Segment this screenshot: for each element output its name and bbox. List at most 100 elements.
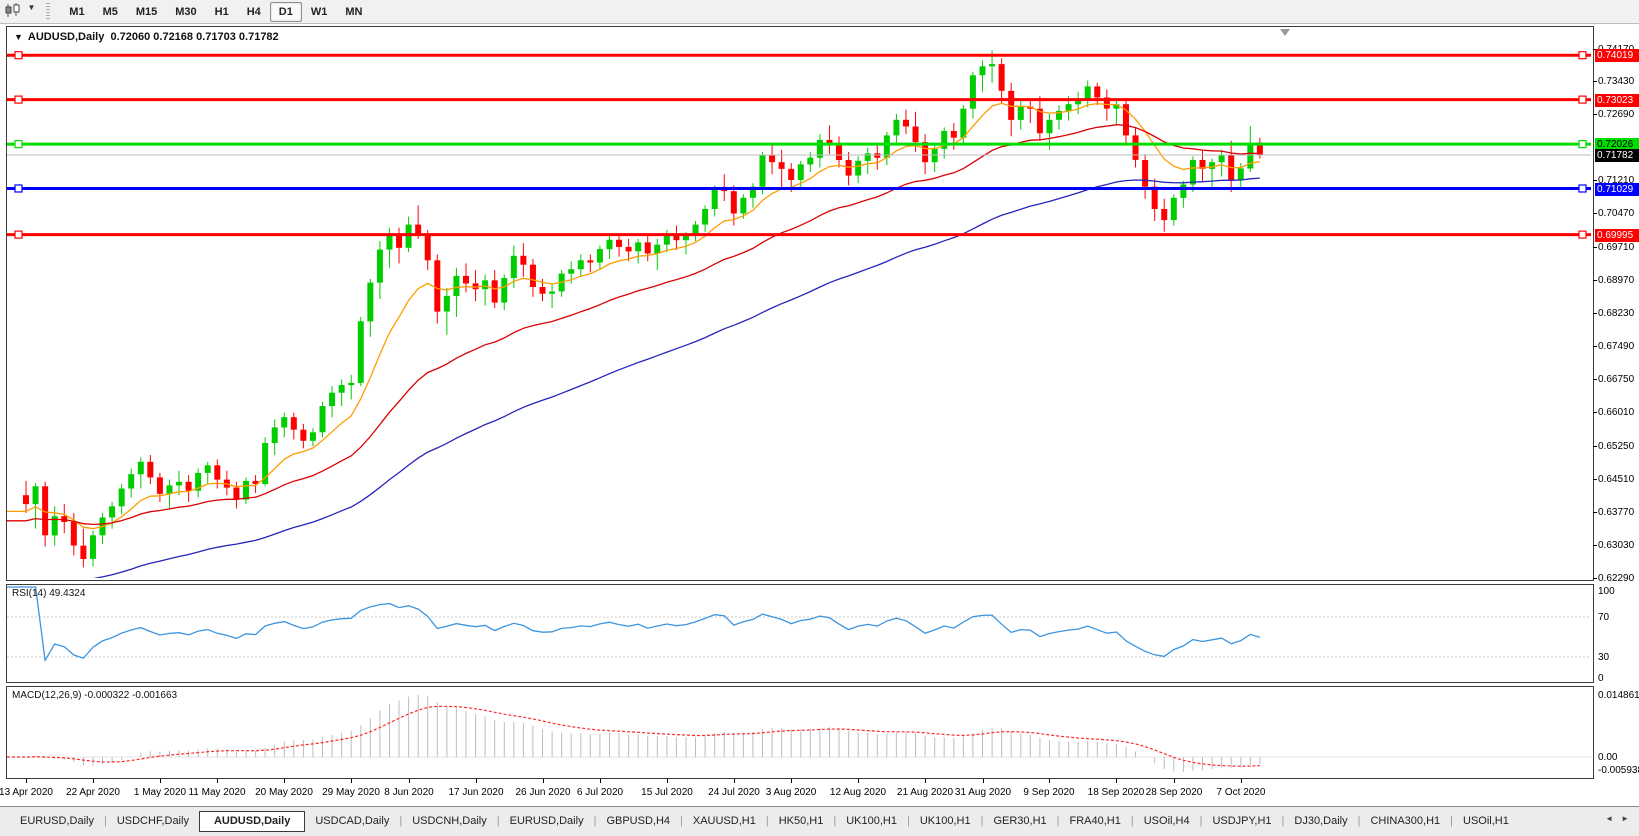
date-axis-tick	[284, 779, 285, 783]
ma-line-10	[7, 103, 1260, 528]
date-axis-tick	[543, 779, 544, 783]
timeframe-button-d1[interactable]: D1	[270, 2, 302, 22]
chart-scroll-marker-icon[interactable]	[1280, 29, 1290, 36]
chart-tab-eurusd-daily[interactable]: EURUSD,Daily	[10, 812, 104, 831]
chart-tab-china300-h1[interactable]: CHINA300,H1	[1360, 812, 1450, 831]
line-handle[interactable]	[15, 185, 22, 192]
line-handle[interactable]	[15, 231, 22, 238]
chart-tab-usdchf-daily[interactable]: USDCHF,Daily	[107, 812, 199, 831]
candle-body	[233, 488, 239, 500]
timeframe-button-m30[interactable]: M30	[166, 2, 205, 22]
line-handle[interactable]	[15, 52, 22, 59]
candle-body	[109, 506, 115, 517]
price-axis-label: 0.66010	[1598, 407, 1639, 418]
candle-body	[444, 296, 450, 312]
price-axis-tick	[1593, 313, 1597, 314]
line-handle[interactable]	[1579, 231, 1586, 238]
chart-tab-audusd-daily[interactable]: AUDUSD,Daily	[199, 811, 305, 832]
rsi-line	[7, 587, 1260, 660]
candle-body	[951, 131, 957, 138]
candle-body	[386, 235, 392, 249]
candle-body	[836, 144, 842, 160]
line-handle[interactable]	[1579, 96, 1586, 103]
macd-indicator-panel[interactable]	[6, 686, 1594, 779]
price-axis-tick	[1593, 280, 1597, 281]
chart-tab-xauusd-h1[interactable]: XAUUSD,H1	[683, 812, 766, 831]
candle-body	[482, 280, 488, 289]
toolbar-grip[interactable]	[46, 3, 50, 19]
candle-body	[989, 64, 995, 66]
candle-body	[865, 153, 871, 161]
chevron-down-icon[interactable]: ▼	[27, 3, 35, 12]
line-handle[interactable]	[15, 96, 22, 103]
chart-tab-uk100-h1[interactable]: UK100,H1	[910, 812, 981, 831]
date-axis-tick	[26, 779, 27, 783]
date-axis-tick	[667, 779, 668, 783]
chart-tab-usdcad-daily[interactable]: USDCAD,Daily	[305, 812, 399, 831]
chart-tab-dj30-daily[interactable]: DJ30,Daily	[1284, 812, 1357, 831]
ma-line-65	[7, 178, 1260, 578]
price-chart-svg	[7, 27, 1591, 578]
chart-tab-ger30-h1[interactable]: GER30,H1	[983, 812, 1056, 831]
chart-tab-fra40-h1[interactable]: FRA40,H1	[1060, 812, 1131, 831]
candle-body	[645, 242, 651, 253]
timeframe-button-m5[interactable]: M5	[94, 2, 127, 22]
candle-body	[1209, 162, 1215, 169]
line-handle[interactable]	[1579, 185, 1586, 192]
timeframe-button-mn[interactable]: MN	[336, 2, 371, 22]
chart-tab-usoil-h4[interactable]: USOil,H4	[1134, 812, 1200, 831]
timeframe-button-m15[interactable]: M15	[127, 2, 166, 22]
chart-tab-usdcnh-daily[interactable]: USDCNH,Daily	[402, 812, 497, 831]
date-axis-label: 7 Oct 2020	[1201, 786, 1281, 799]
candle-body	[520, 256, 526, 265]
line-handle[interactable]	[1579, 52, 1586, 59]
price-chart-panel[interactable]	[6, 26, 1594, 581]
timeframe-button-w1[interactable]: W1	[302, 2, 337, 22]
price-axis-label: 0.64510	[1598, 474, 1639, 485]
rsi-indicator-panel[interactable]	[6, 584, 1594, 683]
macd-label: MACD(12,26,9) -0.000322 -0.001663	[12, 690, 177, 701]
candlestick-chart-icon[interactable]	[4, 3, 21, 18]
chart-tab-uk100-h1[interactable]: UK100,H1	[836, 812, 907, 831]
candle-body	[760, 156, 766, 187]
price-axis-label: 0.67490	[1598, 341, 1639, 352]
chart-tab-usoil-h1[interactable]: USOil,H1	[1453, 812, 1519, 831]
date-axis-tick	[1174, 779, 1175, 783]
chart-tab-gbpusd-h4[interactable]: GBPUSD,H4	[596, 812, 680, 831]
timeframe-button-h1[interactable]: H1	[206, 2, 238, 22]
candle-body	[980, 66, 986, 75]
candle-body	[960, 109, 966, 138]
rsi-axis-label: 70	[1598, 612, 1639, 623]
timeframe-button-h4[interactable]: H4	[238, 2, 270, 22]
chart-title-caret-icon[interactable]: ▼	[14, 32, 23, 42]
candle-body	[243, 481, 249, 500]
line-handle[interactable]	[15, 141, 22, 148]
candle-body	[1085, 86, 1091, 99]
line-handle[interactable]	[1579, 141, 1586, 148]
candle-body	[291, 417, 297, 430]
candle-body	[1094, 86, 1100, 97]
price-axis-tick	[1593, 512, 1597, 513]
price-axis-label: 0.68970	[1598, 275, 1639, 286]
candle-body	[1018, 107, 1024, 120]
candle-body	[80, 546, 86, 559]
price-axis-label: 0.66750	[1598, 374, 1639, 385]
tab-scroll-right-button[interactable]: ►	[1621, 814, 1629, 823]
price-axis-tick	[1593, 446, 1597, 447]
candle-body	[626, 247, 632, 252]
macd-axis-label: 0.014861	[1598, 690, 1639, 701]
date-axis-tick	[160, 779, 161, 783]
date-axis-tick	[1241, 779, 1242, 783]
macd-axis-label: -0.005938	[1598, 765, 1639, 776]
tab-scroll-left-button[interactable]: ◄	[1605, 814, 1613, 823]
timeframe-button-m1[interactable]: M1	[60, 2, 93, 22]
candle-body	[702, 209, 708, 225]
chart-tab-eurusd-daily[interactable]: EURUSD,Daily	[500, 812, 594, 831]
candle-body	[673, 236, 679, 241]
chart-tab-usdjpy-h1[interactable]: USDJPY,H1	[1202, 812, 1281, 831]
candle-body	[597, 249, 603, 262]
chart-tab-hk50-h1[interactable]: HK50,H1	[769, 812, 834, 831]
candle-body	[434, 260, 440, 311]
candle-body	[166, 485, 172, 494]
candle-body	[453, 276, 459, 296]
